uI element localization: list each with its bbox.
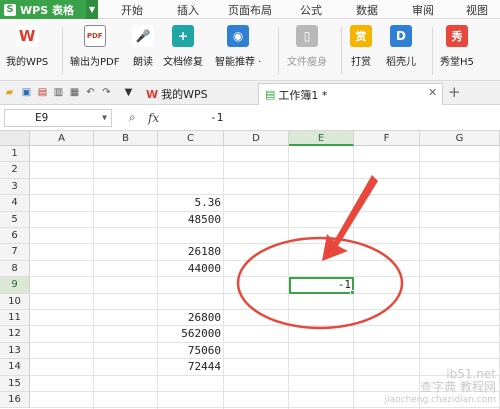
new-tab-icon[interactable]: + <box>448 83 461 101</box>
xiutang-icon: 秀 <box>445 25 468 47</box>
ribbon-divider <box>278 27 279 75</box>
menu-bar: S WPS 表格 ▼ 开始 插入 页面布局 公式 数据 审阅 视图 <box>0 0 500 19</box>
chevron-down-icon[interactable]: ▼ <box>102 110 107 126</box>
document-repair-icon: + <box>172 25 194 47</box>
export-pdf-button[interactable]: PDF 输出为PDF <box>70 25 119 68</box>
file-slim-icon: ▯ <box>296 25 318 47</box>
open-folder-icon[interactable]: ▰ <box>3 86 16 99</box>
file-slim-button[interactable]: ▯ 文件瘦身 <box>287 25 327 68</box>
menu-home[interactable]: 开始 <box>121 2 143 18</box>
customize-dropdown-icon[interactable]: ▼ <box>122 86 135 99</box>
my-wps-button[interactable]: W 我的WPS <box>6 25 48 68</box>
export-pdf-icon[interactable]: ▤ <box>36 86 49 99</box>
formula-input[interactable]: -1 <box>210 111 223 124</box>
docer-icon: D <box>390 25 412 47</box>
formula-bar: E9 ▼ ⌕ fx -1 <box>0 105 500 131</box>
xiutang-button[interactable]: 秀 秀堂H5 <box>440 25 474 68</box>
quick-access-bar: ▰ ▣ ▤ ▥ ▦ ↶ ↷ ▼ W 我的WPS ▤ 工作簿1 * ✕ + <box>0 81 500 105</box>
microphone-icon: 🎤 <box>132 25 154 47</box>
reward-button[interactable]: 赏 打赏 <box>350 25 372 68</box>
tab-workbook1[interactable]: ▤ 工作簿1 * <box>258 83 443 105</box>
smart-recommend-icon: ◉ <box>227 25 250 47</box>
tab-my-wps[interactable]: W 我的WPS <box>140 83 255 105</box>
wps-logo-icon: W <box>146 87 159 101</box>
save-icon[interactable]: ▣ <box>20 86 33 99</box>
zoom-magnifier-icon[interactable]: ⌕ <box>129 110 136 125</box>
menu-insert[interactable]: 插入 <box>177 2 199 18</box>
app-name: WPS 表格 <box>20 3 74 17</box>
sheet-doc-icon: ▤ <box>265 88 276 101</box>
wps-s-logo-icon: S <box>4 3 16 16</box>
wps-logo-icon: W <box>16 25 39 47</box>
spreadsheet-grid[interactable]: ABCDEFG 1 2 3 4 5 6 7 8 9 10 11 12 13 14 15 16 5.36 4850… <box>0 131 500 409</box>
docer-button[interactable]: D 稻壳儿 <box>386 25 416 68</box>
print-preview-icon[interactable]: ▦ <box>68 86 81 99</box>
menu-review[interactable]: 审阅 <box>412 2 434 18</box>
redo-icon[interactable]: ↷ <box>100 86 113 99</box>
print-icon[interactable]: ▥ <box>52 86 65 99</box>
ribbon-toolbar: W 我的WPS PDF 输出为PDF 🎤 朗读 + 文档修复 ◉ 智能推荐 · … <box>0 19 500 81</box>
pdf-export-icon: PDF <box>83 25 106 47</box>
document-repair-button[interactable]: + 文档修复 <box>163 25 203 68</box>
menu-view[interactable]: 视图 <box>466 2 488 18</box>
reward-icon: 赏 <box>350 25 372 47</box>
highlight-ellipse <box>236 236 404 330</box>
undo-icon[interactable]: ↶ <box>84 86 97 99</box>
ribbon-divider <box>432 27 433 75</box>
chevron-down-icon[interactable]: ▼ <box>86 0 98 19</box>
close-tab-icon[interactable]: ✕ <box>428 86 437 99</box>
read-aloud-button[interactable]: 🎤 朗读 <box>132 25 154 68</box>
ribbon-divider <box>341 27 342 75</box>
app-menu-button[interactable]: S WPS 表格 ▼ <box>0 0 98 19</box>
watermark: ib51.net 查字典 教程网 jiaocheng.chazidian.com <box>384 367 496 406</box>
menu-formula[interactable]: 公式 <box>300 2 322 18</box>
menu-page-layout[interactable]: 页面布局 <box>228 2 272 18</box>
function-icon[interactable]: fx <box>148 111 159 125</box>
name-box[interactable]: E9 ▼ <box>4 109 112 127</box>
ribbon-divider <box>62 27 63 75</box>
smart-recommend-button[interactable]: ◉ 智能推荐 · <box>215 25 261 68</box>
menu-data[interactable]: 数据 <box>356 2 378 18</box>
